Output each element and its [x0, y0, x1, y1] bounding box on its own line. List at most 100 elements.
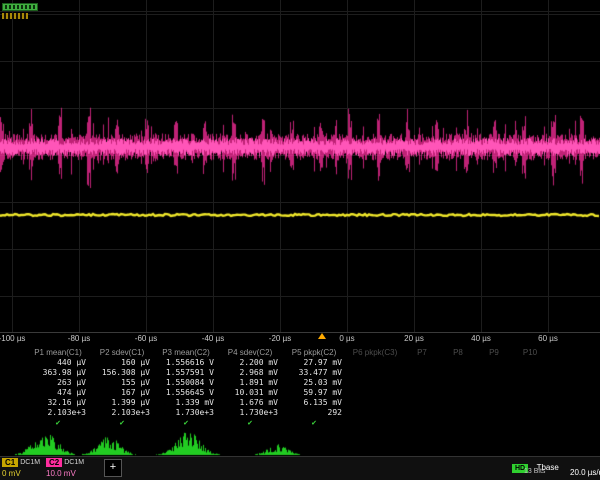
measurement-value — [346, 398, 404, 408]
time-axis-label: -80 µs — [68, 334, 90, 343]
measurement-header[interactable]: P1 mean(C1) — [26, 348, 90, 358]
measurement-status-check: ✔ — [218, 418, 282, 428]
time-axis: -100 µs-80 µs-60 µs-40 µs-20 µs0 µs20 µs… — [0, 332, 600, 348]
measurement-header[interactable]: P8 — [440, 348, 476, 358]
cursor-crosshair[interactable]: + — [104, 459, 122, 477]
measurement-value: 59.97 mV — [282, 388, 346, 398]
measurement-value — [476, 358, 512, 368]
measurement-row: 474 µV167 µV1.556645 V10.031 mV59.97 mV — [0, 388, 600, 398]
measurement-value — [512, 398, 548, 408]
measurement-value — [512, 358, 548, 368]
measurement-value — [346, 378, 404, 388]
measurement-value: 363.98 µV — [26, 368, 90, 378]
measurement-header[interactable]: P6 pkpk(C3) — [346, 348, 404, 358]
measurement-header[interactable]: P9 — [476, 348, 512, 358]
measurement-value — [440, 408, 476, 418]
measurement-value: 1.556616 V — [154, 358, 218, 368]
measurement-value — [440, 368, 476, 378]
measurement-value: 10.031 mV — [218, 388, 282, 398]
measurement-value: 2.103e+3 — [90, 408, 154, 418]
bottom-bar: C1 DC1M 0 mV C2 DC1M 10.0 mV — [0, 456, 600, 480]
measurement-value — [512, 388, 548, 398]
measurement-value: 160 µV — [90, 358, 154, 368]
measurement-value: 33.477 mV — [282, 368, 346, 378]
measurement-value — [404, 368, 440, 378]
measurement-value: 32.16 µV — [26, 398, 90, 408]
status-badge-green[interactable] — [2, 3, 38, 11]
channel-c2-tag: C2 — [46, 458, 62, 467]
measurement-value: 1.891 mV — [218, 378, 282, 388]
measurement-value: 2.968 mV — [218, 368, 282, 378]
channel-c1-tag: C1 — [2, 458, 18, 467]
measurement-value — [476, 398, 512, 408]
time-axis-label: 60 µs — [538, 334, 558, 343]
time-axis-label: 40 µs — [471, 334, 491, 343]
time-axis-label: -60 µs — [135, 334, 157, 343]
status-badge-amber — [2, 13, 28, 19]
measurement-header[interactable]: P10 — [512, 348, 548, 358]
channel-descriptor-c2[interactable]: C2 DC1M 10.0 mV — [46, 458, 84, 480]
measurement-value: 1.730e+3 — [154, 408, 218, 418]
measurement-value — [512, 408, 548, 418]
waveform-grid[interactable] — [0, 0, 600, 333]
measurement-value: 1.557591 V — [154, 368, 218, 378]
measurement-value: 440 µV — [26, 358, 90, 368]
timebase-tdiv: 20.0 µs/div — [570, 468, 600, 477]
measurement-header[interactable]: P5 pkpk(C2) — [282, 348, 346, 358]
measurement-status-check — [404, 418, 440, 428]
measurement-header[interactable]: P2 sdev(C1) — [90, 348, 154, 358]
measurement-value: 2.103e+3 — [26, 408, 90, 418]
channel-descriptor-c1[interactable]: C1 DC1M 0 mV — [2, 458, 40, 480]
time-axis-label: -100 µs — [0, 334, 25, 343]
measurement-value: 6.135 mV — [282, 398, 346, 408]
measurement-value — [440, 358, 476, 368]
measurement-header[interactable]: P7 — [404, 348, 440, 358]
measurement-value — [512, 378, 548, 388]
measurement-status-check: ✔ — [154, 418, 218, 428]
measurement-value: 25.03 mV — [282, 378, 346, 388]
measurement-value: 1.550084 V — [154, 378, 218, 388]
oscilloscope-screen: -100 µs-80 µs-60 µs-40 µs-20 µs0 µs20 µs… — [0, 0, 600, 480]
measurement-row: 2.103e+32.103e+31.730e+31.730e+3292 — [0, 408, 600, 418]
time-axis-label: -40 µs — [202, 334, 224, 343]
measurement-value: 1.730e+3 — [218, 408, 282, 418]
time-axis-label: 0 µs — [339, 334, 354, 343]
measurement-value: 474 µV — [26, 388, 90, 398]
time-axis-label: 20 µs — [404, 334, 424, 343]
trigger-time-marker[interactable] — [318, 333, 326, 339]
measurement-table[interactable]: P1 mean(C1)P2 sdev(C1)P3 mean(C2)P4 sdev… — [0, 348, 600, 428]
measurement-value — [440, 398, 476, 408]
measurement-value — [346, 408, 404, 418]
measurement-status-check: ✔ — [282, 418, 346, 428]
measurement-value — [404, 388, 440, 398]
measurement-value — [476, 388, 512, 398]
measurement-value — [404, 378, 440, 388]
measurement-value: 1.399 µV — [90, 398, 154, 408]
measurement-value — [346, 358, 404, 368]
measurement-value: 155 µV — [90, 378, 154, 388]
measurement-status-check — [346, 418, 404, 428]
measurement-value: 1.676 mV — [218, 398, 282, 408]
channel-c2-coupling: DC1M — [64, 459, 84, 466]
measurement-value — [404, 358, 440, 368]
measurement-value: 167 µV — [90, 388, 154, 398]
measurement-value: 2.200 mV — [218, 358, 282, 368]
measurement-value — [404, 408, 440, 418]
measurement-value: 263 µV — [26, 378, 90, 388]
measurement-header[interactable]: P4 sdev(C2) — [218, 348, 282, 358]
measurement-value: 1.339 mV — [154, 398, 218, 408]
measurement-value — [476, 378, 512, 388]
measurement-status-check — [440, 418, 476, 428]
measurement-value — [440, 378, 476, 388]
measurement-value: 1.556645 V — [154, 388, 218, 398]
measurement-row: 263 µV155 µV1.550084 V1.891 mV25.03 mV — [0, 378, 600, 388]
measurement-value — [476, 368, 512, 378]
measurement-value: 156.308 µV — [90, 368, 154, 378]
measurement-row: 32.16 µV1.399 µV1.339 mV1.676 mV6.135 mV — [0, 398, 600, 408]
measurement-header[interactable]: P3 mean(C2) — [154, 348, 218, 358]
measurement-status-check — [476, 418, 512, 428]
measurement-status-check: ✔ — [26, 418, 90, 428]
timebase-descriptor[interactable]: HD Tbase 13 Bits 20.0 µs/div — [512, 457, 600, 479]
measurement-row: 363.98 µV156.308 µV1.557591 V2.968 mV33.… — [0, 368, 600, 378]
measurement-value: 27.97 mV — [282, 358, 346, 368]
